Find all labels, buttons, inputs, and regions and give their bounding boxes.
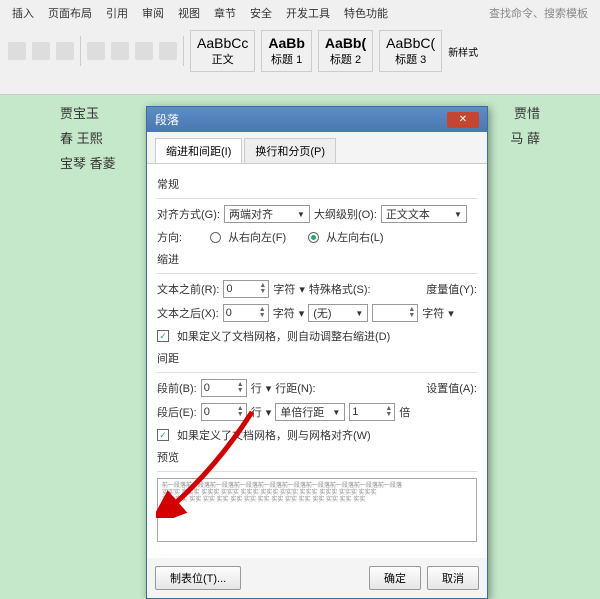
snap-grid-checkbox[interactable]: ✓ bbox=[157, 429, 169, 441]
unit-line-2: 行 bbox=[251, 404, 262, 420]
space-after-spinner[interactable]: 0▲▼ bbox=[201, 403, 247, 421]
paragraph-dialog: 段落 ✕ 缩进和间距(I) 换行和分页(P) 常规 对齐方式(G): 两端对齐▼… bbox=[146, 106, 488, 599]
space-after-label: 段后(E): bbox=[157, 404, 197, 420]
indent-icon[interactable] bbox=[135, 42, 153, 60]
ribbon-toolbar: AaBbCc正文 AaBb标题 1 AaBb(标题 2 AaBbC(标题 3 新… bbox=[0, 26, 600, 76]
line-spacing-label: 行距(N): bbox=[275, 380, 315, 396]
tab-dev[interactable]: 开发工具 bbox=[282, 3, 334, 23]
tab-security[interactable]: 安全 bbox=[246, 3, 276, 23]
group-preview: 预览 bbox=[157, 449, 477, 465]
auto-adjust-label: 如果定义了文档网格，则自动调整右缩进(D) bbox=[177, 328, 390, 344]
line-spacing-select[interactable]: 单倍行距▼ bbox=[275, 403, 345, 421]
space-before-spinner[interactable]: 0▲▼ bbox=[201, 379, 247, 397]
align-select[interactable]: 两端对齐▼ bbox=[224, 205, 310, 223]
list-icon[interactable] bbox=[87, 42, 105, 60]
before-label: 文本之前(R): bbox=[157, 281, 219, 297]
tab-layout[interactable]: 页面布局 bbox=[44, 3, 96, 23]
unit-char-3: 字符 bbox=[422, 305, 444, 321]
outdent-icon[interactable] bbox=[159, 42, 177, 60]
dialog-footer: 制表位(T)... 确定 取消 bbox=[147, 558, 487, 598]
tab-feature[interactable]: 特色功能 bbox=[340, 3, 392, 23]
group-indent: 缩进 bbox=[157, 251, 477, 267]
space-before-label: 段前(B): bbox=[157, 380, 197, 396]
align-label: 对齐方式(G): bbox=[157, 206, 220, 222]
after-label: 文本之后(X): bbox=[157, 305, 219, 321]
snap-grid-label: 如果定义了文档网格，则与网格对齐(W) bbox=[177, 427, 371, 443]
ribbon: 插入 页面布局 引用 审阅 视图 章节 安全 开发工具 特色功能 查找命令、搜索… bbox=[0, 0, 600, 95]
tab-line-breaks[interactable]: 换行和分页(P) bbox=[244, 138, 336, 163]
style-h3[interactable]: AaBbC(标题 3 bbox=[379, 30, 442, 72]
font-size-up-icon[interactable] bbox=[8, 42, 26, 60]
unit-char-1: 字符 bbox=[273, 281, 295, 297]
before-spinner[interactable]: 0▲▼ bbox=[223, 280, 269, 298]
set-value-label: 设置值(A): bbox=[426, 380, 477, 396]
style-h2[interactable]: AaBb(标题 2 bbox=[318, 30, 373, 72]
style-h1[interactable]: AaBb标题 1 bbox=[261, 30, 312, 72]
preview-box: 前一段落前一段落前一段落前一段落前一段落前一段落前一段落前一段落前一段落前一段落… bbox=[157, 478, 477, 542]
ribbon-tabs: 插入 页面布局 引用 审阅 视图 章节 安全 开发工具 特色功能 查找命令、搜索… bbox=[0, 0, 600, 26]
tab-insert[interactable]: 插入 bbox=[8, 3, 38, 23]
unit-line-1: 行 bbox=[251, 380, 262, 396]
unit-char-2: 字符 bbox=[273, 305, 295, 321]
font-size-down-icon[interactable] bbox=[32, 42, 50, 60]
dialog-body: 常规 对齐方式(G): 两端对齐▼ 大纲级别(O): 正文文本▼ 方向: 从右向… bbox=[147, 163, 487, 558]
numbering-icon[interactable] bbox=[111, 42, 129, 60]
measure-spinner[interactable]: ▲▼ bbox=[372, 304, 418, 322]
radio-ltr[interactable] bbox=[308, 232, 319, 243]
group-general: 常规 bbox=[157, 176, 477, 192]
dialog-titlebar[interactable]: 段落 ✕ bbox=[147, 107, 487, 132]
direction-label: 方向: bbox=[157, 229, 182, 245]
after-spinner[interactable]: 0▲▼ bbox=[223, 304, 269, 322]
dialog-tabs: 缩进和间距(I) 换行和分页(P) bbox=[147, 132, 487, 163]
tab-indent-spacing[interactable]: 缩进和间距(I) bbox=[155, 138, 242, 163]
search-box[interactable]: 查找命令、搜索模板 bbox=[485, 3, 592, 23]
dialog-title: 段落 bbox=[155, 111, 179, 128]
radio-rtl[interactable] bbox=[210, 232, 221, 243]
auto-adjust-checkbox[interactable]: ✓ bbox=[157, 330, 169, 342]
tab-view[interactable]: 视图 bbox=[174, 3, 204, 23]
radio-rtl-label: 从右向左(F) bbox=[228, 229, 286, 245]
new-style-button[interactable]: 新样式 bbox=[448, 44, 478, 59]
outline-label: 大纲级别(O): bbox=[314, 206, 377, 222]
outline-select[interactable]: 正文文本▼ bbox=[381, 205, 467, 223]
group-spacing: 间距 bbox=[157, 350, 477, 366]
measure-label: 度量值(Y): bbox=[426, 281, 477, 297]
radio-ltr-label: 从左向右(L) bbox=[326, 229, 383, 245]
font-style-icon[interactable] bbox=[56, 42, 74, 60]
tab-chapter[interactable]: 章节 bbox=[210, 3, 240, 23]
tab-ref[interactable]: 引用 bbox=[102, 3, 132, 23]
unit-bei: 倍 bbox=[399, 404, 410, 420]
special-select[interactable]: (无)▼ bbox=[308, 304, 368, 322]
style-body[interactable]: AaBbCc正文 bbox=[190, 30, 255, 72]
close-icon[interactable]: ✕ bbox=[447, 112, 479, 128]
special-label: 特殊格式(S): bbox=[309, 281, 371, 297]
tab-review[interactable]: 审阅 bbox=[138, 3, 168, 23]
set-value-spinner[interactable]: 1▲▼ bbox=[349, 403, 395, 421]
